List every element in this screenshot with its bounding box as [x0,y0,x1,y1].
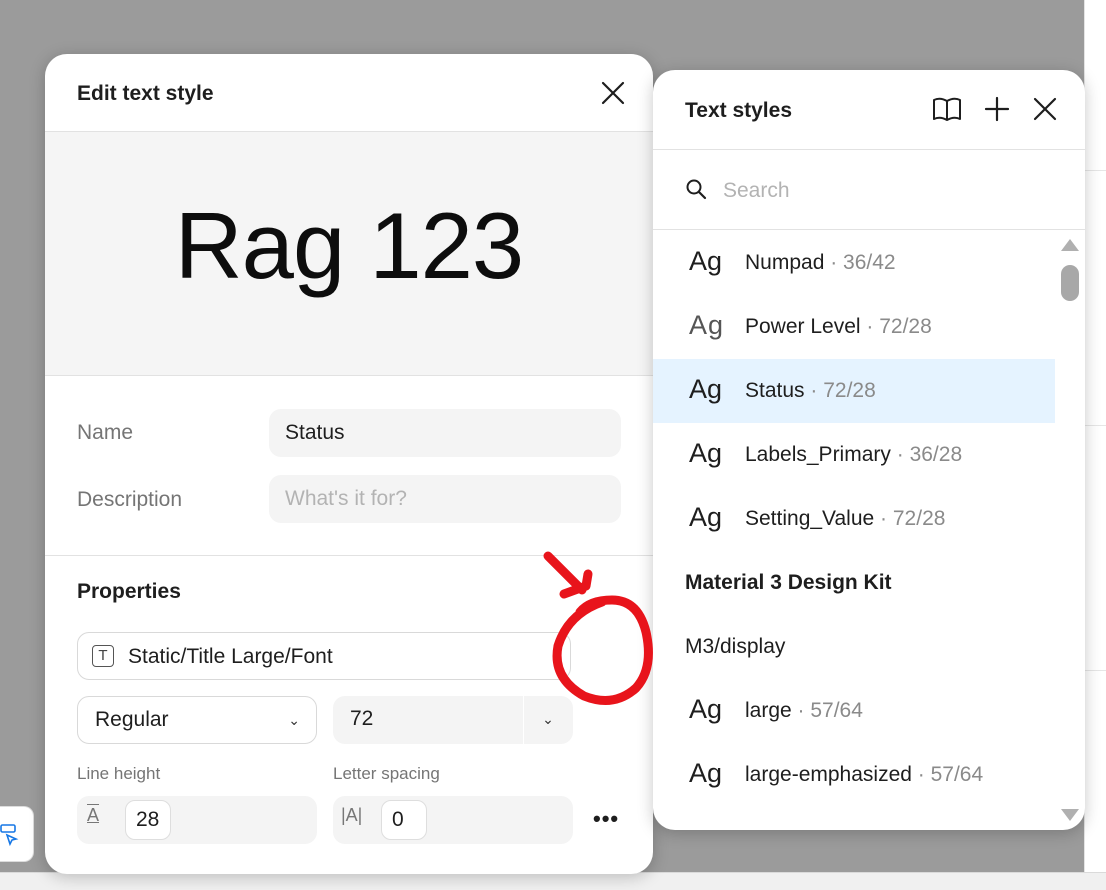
preview-text: Rag 123 [174,192,524,298]
letter-spacing-field[interactable]: |A| 0 [333,796,573,844]
chevron-down-icon[interactable]: ⌄ [523,696,573,742]
font-size-value: 72 [350,707,374,730]
text-style-glyph-icon: Ag [689,438,723,468]
search-icon [686,179,707,200]
style-metrics: · 72/28 [860,315,932,338]
style-list-item[interactable]: Ag Numpad · 36/42 [653,231,1055,295]
font-style-select[interactable]: T Static/Title Large/Font [77,632,571,680]
style-name: Status · 72/28 [745,379,876,403]
style-list-item[interactable]: Ag Setting_Value · 72/28 [653,487,1055,551]
style-group-header[interactable]: Material 3 Design Kit [653,551,1055,615]
edit-panel-title: Edit text style [77,82,214,105]
scroll-up-icon[interactable] [1061,239,1079,251]
text-style-glyph-icon: Ag [689,310,725,340]
properties-section: Properties T Static/Title Large/Font Reg… [45,556,653,874]
text-preview: Rag 123 [45,132,653,376]
left-tool-button[interactable] [0,806,34,862]
style-list-item[interactable]: Ag Labels_Primary · 36/28 [653,423,1055,487]
text-style-glyph-icon: Ag [689,758,723,788]
library-book-icon [933,97,961,121]
subgroup-name: M3/display [685,635,786,658]
style-name: Setting_Value · 72/28 [745,507,945,531]
text-style-glyph-icon: Ag [689,502,723,532]
bottom-toolbar-strip [0,872,1106,890]
letter-spacing-label: Letter spacing [333,764,440,783]
style-metrics: · 72/28 [874,507,946,530]
properties-title: Properties [77,580,181,603]
style-name-text: Power Level [745,315,861,338]
cursor-tool-icon [0,824,19,847]
line-height-value[interactable]: 28 [125,800,171,840]
styles-panel-header: Text styles [653,70,1085,150]
letter-spacing-value[interactable]: 0 [381,800,427,840]
style-metrics: · 57/64 [791,699,863,722]
edit-panel-header: Edit text style [45,54,653,132]
style-name: Numpad · 36/42 [745,251,896,275]
more-icon[interactable]: ••• [593,806,619,832]
style-metrics: · 36/28 [890,443,963,466]
list-scrollbar[interactable] [1055,231,1085,830]
text-style-glyph-icon: Ag [689,374,723,404]
style-list: Ag Numpad · 36/42 Ag Power Level · 72/28 Ag S… [653,231,1055,807]
close-styles-button[interactable] [1030,94,1060,124]
close-icon [601,81,625,105]
close-icon [1033,97,1057,121]
add-style-button[interactable] [982,94,1012,124]
name-input[interactable]: Status [269,409,621,457]
style-name-text: Setting_Value [745,507,875,530]
style-name-text: Status [745,379,805,402]
style-metrics: · 72/28 [804,379,876,402]
scroll-down-icon[interactable] [1061,809,1079,821]
plus-icon [984,96,1010,122]
style-name-text: Labels_Primary [745,443,891,466]
scroll-thumb[interactable] [1061,265,1079,301]
line-height-icon: A [87,805,100,825]
style-subgroup[interactable]: M3/display [653,615,1055,679]
style-metrics: · 57/64 [911,763,984,786]
style-list-item[interactable]: Ag large · 57/64 [653,679,1055,743]
style-list-item[interactable]: Ag Status · 72/28 [653,359,1055,423]
text-styles-panel: Text styles Search Ag Numpad · 36/42 Ag Pow… [653,70,1085,830]
chevron-down-icon: ⌄ [288,712,300,728]
description-label: Description [77,488,183,511]
group-name: Material 3 Design Kit [685,571,892,594]
line-height-field[interactable]: A 28 [77,796,317,844]
style-name-text: large [745,699,792,722]
style-list-item[interactable]: Ag Power Level · 72/28 [653,295,1055,359]
style-name: large · 57/64 [745,699,863,723]
text-type-icon: T [92,645,114,667]
library-button[interactable] [931,94,961,124]
name-label: Name [77,421,134,444]
name-description-section: Name Status Description What's it for? [45,376,653,556]
style-name: Power Level · 72/28 [745,315,932,339]
letter-spacing-icon: |A| [341,805,363,825]
style-name: large-emphasized · 57/64 [745,763,983,787]
style-name-text: large-emphasized [745,763,912,786]
font-style-value: Static/Title Large/Font [128,645,333,668]
styles-search[interactable]: Search [653,150,1085,230]
styles-panel-title: Text styles [685,99,792,122]
edit-text-style-panel: Edit text style Rag 123 Name Status Desc… [45,54,653,874]
font-weight-value: Regular [95,708,169,731]
line-height-label: Line height [77,764,161,783]
style-name-text: Numpad [745,251,825,274]
description-input[interactable]: What's it for? [269,475,621,523]
style-list-item[interactable]: Ag large-emphasized · 57/64 [653,743,1055,807]
canvas-right-strip [1084,0,1106,890]
font-size-field[interactable]: 72 ⌄ [333,696,573,744]
text-style-glyph-icon: Ag [689,694,723,724]
close-edit-button[interactable] [598,78,628,108]
text-style-glyph-icon: Ag [689,246,723,276]
font-weight-select[interactable]: Regular ⌄ [77,696,317,744]
style-metrics: · 36/42 [824,251,896,274]
style-name: Labels_Primary · 36/28 [745,443,962,467]
search-input[interactable]: Search [723,179,790,203]
